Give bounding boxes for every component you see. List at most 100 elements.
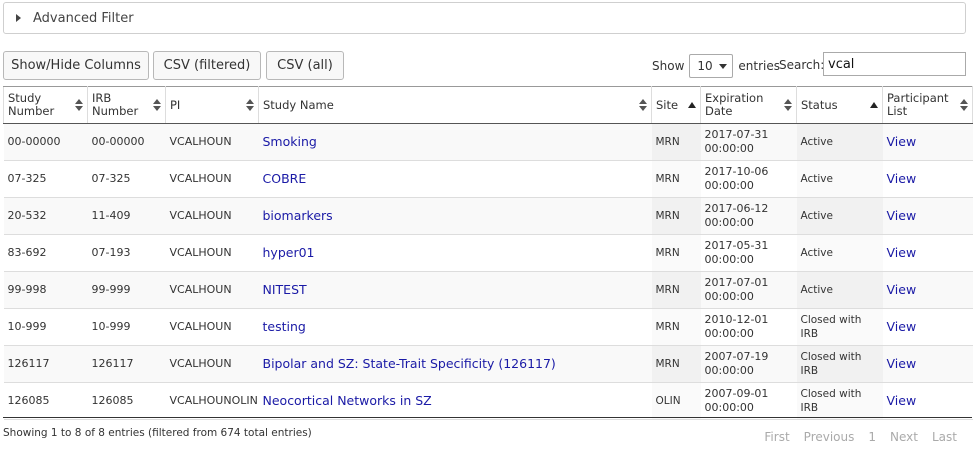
pager-first[interactable]: First	[764, 430, 789, 444]
site-cell: MRN	[651, 123, 701, 161]
study-number-cell: 83-692	[3, 234, 88, 272]
irb-number-cell: 126085	[87, 382, 166, 420]
participant-list-cell: View	[882, 382, 973, 420]
study-name-link[interactable]: Neocortical Networks in SZ	[263, 393, 432, 408]
study-number-cell: 10-999	[3, 308, 88, 346]
pager-last[interactable]: Last	[932, 430, 957, 444]
status-cell: Active	[796, 197, 883, 235]
table-row: 00-00000 00-00000 VCALHOUN Smoking MRN 2017-0…	[3, 123, 973, 161]
expiration-date-cell: 2017-06-12 00:00:00	[700, 197, 797, 235]
column-header-status[interactable]: Status	[796, 86, 883, 124]
search-input[interactable]	[823, 52, 966, 76]
entries-label: entries	[738, 59, 780, 73]
participant-list-cell: View	[882, 234, 973, 272]
view-participants-link[interactable]: View	[887, 393, 917, 408]
study-name-link[interactable]: NITEST	[263, 282, 307, 297]
expiration-date-cell: 2010-12-01 00:00:00	[700, 308, 797, 346]
study-name-link[interactable]: hyper01	[263, 245, 315, 260]
pager-page-1[interactable]: 1	[868, 430, 876, 444]
irb-number-cell: 99-999	[87, 271, 166, 309]
study-name-cell: COBRE	[258, 160, 652, 198]
column-header-expiration-date[interactable]: Expiration Date	[700, 86, 797, 124]
advanced-filter-toggle[interactable]: Advanced Filter	[3, 2, 966, 34]
view-participants-link[interactable]: View	[887, 319, 917, 334]
status-cell: Closed with IRB	[796, 308, 883, 346]
column-header-study-name[interactable]: Study Name	[258, 86, 652, 124]
study-number-cell: 20-532	[3, 197, 88, 235]
sort-asc-icon	[688, 99, 696, 111]
chevron-down-icon	[719, 63, 728, 69]
sort-icon	[960, 99, 968, 111]
expiration-date-cell: 2017-07-01 00:00:00	[700, 271, 797, 309]
search-label: Search:	[779, 58, 825, 72]
table-row: 20-532 11-409 VCALHOUN biomarkers MRN 2017-06…	[3, 197, 973, 235]
study-name-link[interactable]: Bipolar and SZ: State-Trait Specificity …	[263, 356, 556, 371]
pi-cell: VCALHOUN	[165, 123, 259, 161]
study-number-cell: 99-998	[3, 271, 88, 309]
view-participants-link[interactable]: View	[887, 171, 917, 186]
pagination: First Previous 1 Next Last	[750, 430, 957, 444]
status-cell: Closed with IRB	[796, 345, 883, 383]
view-participants-link[interactable]: View	[887, 282, 917, 297]
column-header-study-number[interactable]: Study Number	[3, 86, 88, 124]
irb-number-cell: 07-325	[87, 160, 166, 198]
site-cell: OLIN	[651, 382, 701, 420]
expiration-date-cell: 2007-07-19 00:00:00	[700, 345, 797, 383]
column-header-label: Expiration Date	[705, 91, 764, 118]
site-cell: MRN	[651, 197, 701, 235]
column-header-label: PI	[170, 97, 181, 112]
column-header-participant-list[interactable]: Participant List	[882, 86, 973, 124]
study-name-cell: testing	[258, 308, 652, 346]
irb-number-cell: 11-409	[87, 197, 166, 235]
column-header-label: Study Name	[263, 97, 334, 112]
entries-select[interactable]: 10	[689, 54, 734, 78]
study-name-cell: Neocortical Networks in SZ	[258, 382, 652, 420]
pager-next[interactable]: Next	[890, 430, 918, 444]
study-name-link[interactable]: testing	[263, 319, 306, 334]
participant-list-cell: View	[882, 308, 973, 346]
study-number-cell: 126085	[3, 382, 88, 420]
irb-number-cell: 126117	[87, 345, 166, 383]
sort-icon	[246, 99, 254, 111]
study-name-link[interactable]: biomarkers	[263, 208, 333, 223]
column-header-label: Participant List	[887, 91, 949, 118]
show-hide-columns-button[interactable]: Show/Hide Columns	[3, 51, 149, 80]
pi-cell: VCALHOUN	[165, 345, 259, 383]
table-row: 99-998 99-999 VCALHOUN NITEST MRN 2017-07-01 0…	[3, 271, 973, 309]
expiration-date-cell: 2007-09-01 00:00:00	[700, 382, 797, 420]
study-name-link[interactable]: COBRE	[263, 171, 307, 186]
site-cell: MRN	[651, 234, 701, 272]
entries-length-control: Show 10 entries	[652, 54, 780, 78]
view-participants-link[interactable]: View	[887, 134, 917, 149]
column-header-label: Status	[801, 97, 838, 112]
pi-cell: VCALHOUN	[165, 271, 259, 309]
pi-cell: VCALHOUN	[165, 160, 259, 198]
table-row: 83-692 07-193 VCALHOUN hyper01 MRN 2017-05-31…	[3, 234, 973, 272]
pager-previous[interactable]: Previous	[804, 430, 855, 444]
view-participants-link[interactable]: View	[887, 245, 917, 260]
sort-asc-icon	[870, 99, 878, 111]
csv-all-button[interactable]: CSV (all)	[266, 51, 344, 80]
study-number-cell: 126117	[3, 345, 88, 383]
view-participants-link[interactable]: View	[887, 208, 917, 223]
column-header-site[interactable]: Site	[651, 86, 701, 124]
column-header-irb-number[interactable]: IRB Number	[87, 86, 166, 124]
studies-table: Study Number IRB Number PI Study Name Site…	[3, 86, 973, 420]
study-name-cell: NITEST	[258, 271, 652, 309]
column-header-pi[interactable]: PI	[165, 86, 259, 124]
column-header-label: Study Number	[8, 91, 55, 118]
site-cell: MRN	[651, 308, 701, 346]
study-name-cell: biomarkers	[258, 197, 652, 235]
csv-filtered-button[interactable]: CSV (filtered)	[153, 51, 261, 80]
column-header-label: Site	[656, 97, 679, 112]
study-name-link[interactable]: Smoking	[263, 134, 317, 149]
sort-icon	[75, 99, 83, 111]
table-row: 126117 126117 VCALHOUN Bipolar and SZ: Stat…	[3, 345, 973, 383]
site-cell: MRN	[651, 160, 701, 198]
caret-right-icon	[16, 14, 21, 22]
view-participants-link[interactable]: View	[887, 356, 917, 371]
pi-cell: VCALHOUN	[165, 308, 259, 346]
expiration-date-cell: 2017-07-31 00:00:00	[700, 123, 797, 161]
table-row: 07-325 07-325 VCALHOUN COBRE MRN 2017-10-06 00…	[3, 160, 973, 198]
irb-number-cell: 10-999	[87, 308, 166, 346]
